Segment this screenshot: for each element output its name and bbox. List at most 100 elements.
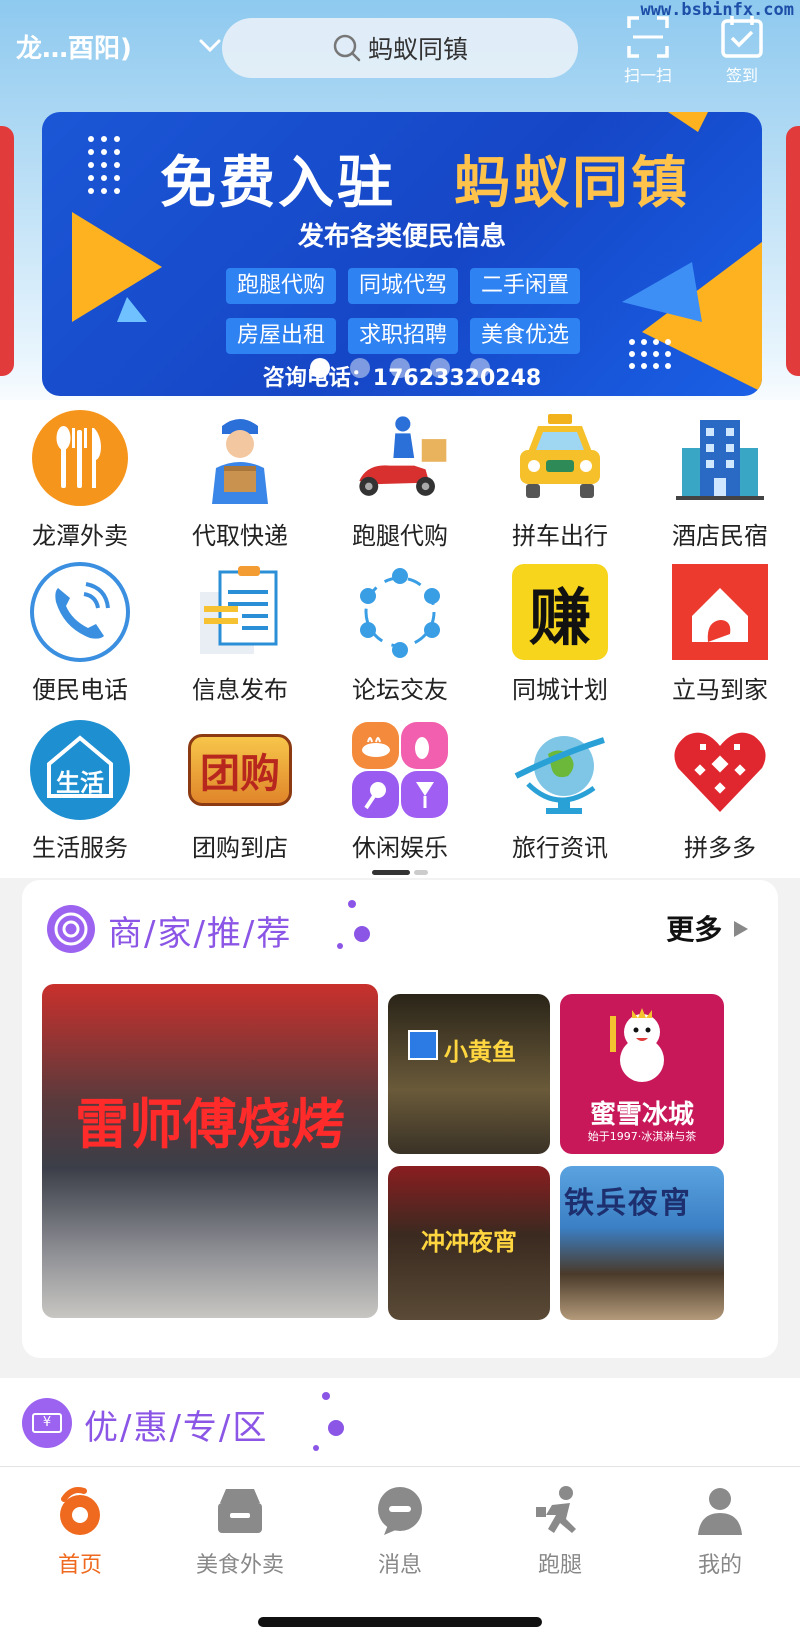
merchant-photo-large[interactable]: 雷师傅烧烤 bbox=[42, 984, 378, 1318]
tab-label: 我的 bbox=[697, 1553, 742, 1578]
service-item-publish[interactable]: 信息发布 bbox=[160, 560, 320, 705]
group-buy-icon: 团购 bbox=[188, 718, 292, 822]
tab-profile[interactable]: 我的 bbox=[640, 1485, 800, 1579]
service-item-hotline[interactable]: 便民电话 bbox=[0, 560, 160, 705]
carousel-indicator bbox=[0, 358, 800, 378]
service-label: 团购到店 bbox=[192, 834, 288, 862]
tab-label: 消息 bbox=[377, 1553, 422, 1578]
service-item-city-plan[interactable]: 赚 同城计划 bbox=[480, 560, 640, 705]
service-label: 生活服务 bbox=[32, 834, 128, 862]
chevron-down-icon[interactable] bbox=[196, 32, 224, 60]
service-label: 便民电话 bbox=[32, 676, 128, 704]
hotel-icon bbox=[668, 406, 772, 510]
carousel-dot[interactable] bbox=[350, 358, 370, 378]
service-label: 酒店民宿 bbox=[672, 522, 768, 550]
service-item-group-buy[interactable]: 团购 团购到店 bbox=[160, 718, 320, 863]
service-item-carpool[interactable]: 拼车出行 bbox=[480, 406, 640, 551]
tab-errand[interactable]: 跑腿 bbox=[480, 1485, 640, 1579]
more-link[interactable]: 更多 bbox=[666, 908, 750, 948]
grid-page-indicator-active bbox=[372, 870, 410, 875]
sparkle-decoration bbox=[337, 900, 370, 949]
life-icon: 生活 bbox=[28, 718, 132, 822]
service-item-forum[interactable]: 论坛交友 bbox=[320, 560, 480, 705]
merchant-photo[interactable]: 小黄鱼 bbox=[388, 994, 550, 1154]
carousel-dot[interactable] bbox=[430, 358, 450, 378]
service-label: 同城计划 bbox=[512, 676, 608, 704]
search-bar[interactable]: 蚂蚁同镇 bbox=[222, 18, 578, 78]
courier-icon bbox=[188, 406, 292, 510]
leisure-icon bbox=[348, 718, 452, 822]
profile-icon bbox=[698, 1488, 742, 1535]
group-buy-text: 团购 bbox=[188, 734, 292, 806]
location-selector[interactable]: 龙…酉阳) bbox=[16, 28, 132, 65]
merchant-photo[interactable]: 蜜雪冰城 始于1997·冰淇淋与茶 bbox=[560, 994, 724, 1154]
fork-knife-icon bbox=[28, 406, 132, 510]
service-item-pinduoduo[interactable]: 拼多多 bbox=[640, 718, 800, 863]
carousel-dot[interactable] bbox=[390, 358, 410, 378]
message-icon bbox=[378, 1487, 422, 1535]
top-header: 龙…酉阳) 蚂蚁同镇 扫一扫 签到 bbox=[0, 14, 800, 85]
service-item-delivery[interactable]: 立马到家 bbox=[640, 560, 800, 705]
tab-food[interactable]: 美食外卖 bbox=[160, 1485, 320, 1579]
tab-messages[interactable]: 消息 bbox=[320, 1485, 480, 1579]
banner-title-orange: 蚂蚁同镇 bbox=[454, 151, 690, 216]
tab-home[interactable]: 首页 bbox=[0, 1485, 160, 1579]
service-item-hotel[interactable]: 酒店民宿 bbox=[640, 406, 800, 551]
search-text: 蚂蚁同镇 bbox=[367, 35, 468, 64]
merchant-slogan: 始于1997·冰淇淋与茶 bbox=[587, 1130, 697, 1143]
service-item-travel[interactable]: 旅行资讯 bbox=[480, 718, 640, 863]
merchant-photo[interactable]: 冲冲夜宵 bbox=[388, 1166, 550, 1320]
service-label: 拼车出行 bbox=[512, 522, 608, 550]
corner-triangle-decoration bbox=[668, 112, 708, 132]
service-item-errand[interactable]: 跑腿代购 bbox=[320, 406, 480, 551]
merchant-section: 商/家/推/荐 更多 雷师傅烧烤 小黄鱼 蜜雪冰城 始于1997·冰淇淋与茶 冲… bbox=[22, 880, 778, 1358]
scan-button[interactable]: 扫一扫 bbox=[616, 14, 680, 86]
network-icon bbox=[348, 560, 452, 664]
merchant-name: 冲冲夜宵 bbox=[421, 1228, 517, 1256]
service-label: 龙潭外卖 bbox=[32, 522, 128, 550]
runner-icon bbox=[536, 1486, 576, 1533]
tab-label: 美食外卖 bbox=[195, 1553, 284, 1578]
service-label: 拼多多 bbox=[684, 834, 756, 862]
earn-char: 赚 bbox=[512, 564, 608, 660]
search-icon bbox=[333, 34, 361, 62]
service-label: 信息发布 bbox=[192, 676, 288, 704]
carousel-next-card[interactable] bbox=[786, 126, 800, 376]
merchant-name: 铁兵夜宵 bbox=[564, 1186, 692, 1221]
sparkle-decoration bbox=[313, 1392, 344, 1451]
merchant-name: 蜜雪冰城 bbox=[589, 1100, 694, 1130]
carousel-dot[interactable] bbox=[310, 358, 330, 378]
snowman-mascot-icon bbox=[610, 1008, 664, 1082]
service-label: 旅行资讯 bbox=[512, 834, 608, 862]
service-label: 跑腿代购 bbox=[352, 522, 448, 550]
phone-icon bbox=[28, 560, 132, 664]
calendar-check-icon bbox=[721, 16, 763, 58]
banner-tags: 跑腿代购 同城代驾 二手闲置 房屋出租 求职招聘 美食优选 bbox=[226, 268, 586, 354]
bottom-tab-bar: 首页 美食外卖 消息 跑腿 我的 bbox=[0, 1466, 800, 1641]
coupon-symbol: ¥ bbox=[32, 1413, 62, 1433]
merchant-photo[interactable]: 铁兵夜宵 bbox=[560, 1166, 724, 1320]
banner-tag: 求职招聘 bbox=[348, 318, 458, 354]
scan-icon bbox=[627, 16, 669, 58]
service-grid: 龙潭外卖 代取快递 跑腿代购 拼车出行 酒店民宿 便民电话 信息发布 论坛交友 … bbox=[0, 400, 800, 878]
carousel-dot[interactable] bbox=[470, 358, 490, 378]
service-item-courier[interactable]: 代取快递 bbox=[160, 406, 320, 551]
home-indicator bbox=[258, 1617, 542, 1627]
merchant-name: 雷师傅烧烤 bbox=[75, 1093, 345, 1156]
service-item-takeout[interactable]: 龙潭外卖 bbox=[0, 406, 160, 551]
service-label: 立马到家 bbox=[672, 676, 768, 704]
service-item-leisure[interactable]: 休闲娱乐 bbox=[320, 718, 480, 863]
dot-pattern-decoration bbox=[88, 136, 120, 194]
globe-icon bbox=[508, 718, 612, 822]
promo-banner[interactable]: 免费入驻 蚂蚁同镇 发布各类便民信息 跑腿代购 同城代驾 二手闲置 房屋出租 求… bbox=[42, 112, 762, 396]
checkin-button[interactable]: 签到 bbox=[710, 14, 774, 86]
promo-section: ¥ 优/惠/专/区 bbox=[0, 1378, 800, 1468]
merchant-name: 小黄鱼 bbox=[444, 1038, 516, 1066]
service-item-life[interactable]: 生活 生活服务 bbox=[0, 718, 160, 863]
taxi-icon bbox=[508, 406, 612, 510]
carousel-prev-card[interactable] bbox=[0, 126, 14, 376]
section-title: 商/家/推/荐 bbox=[108, 914, 293, 954]
tab-label: 跑腿 bbox=[537, 1553, 582, 1578]
life-text: 生活 bbox=[56, 768, 104, 797]
scan-label: 扫一扫 bbox=[623, 66, 672, 85]
